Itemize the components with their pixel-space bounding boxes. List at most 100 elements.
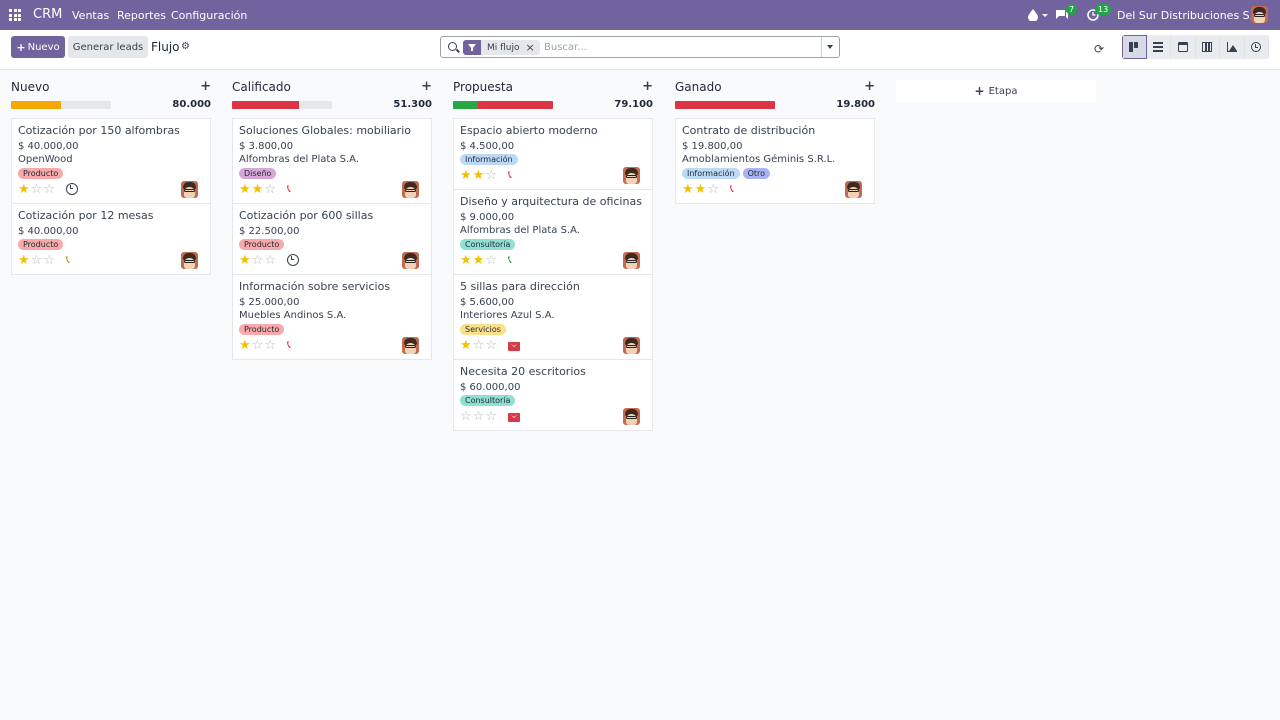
company-switcher[interactable]: Del Sur Distribuciones S.A. — [1117, 9, 1264, 22]
star-icon[interactable]: ☆ — [473, 339, 485, 352]
apps-grid-icon[interactable] — [9, 9, 21, 21]
star-icon[interactable]: ☆ — [485, 410, 497, 423]
view-pivot-button[interactable] — [1195, 35, 1220, 59]
opportunity-card[interactable]: Información sobre servicios $ 25.000,00 Mu… — [233, 275, 431, 359]
column-title[interactable]: Propuesta — [453, 80, 513, 94]
phone-icon[interactable]: 📞︎ — [730, 183, 742, 195]
star-icon[interactable]: ☆ — [485, 339, 497, 352]
progress-segment[interactable] — [478, 101, 553, 109]
add-stage-button[interactable]: + Etapa — [896, 80, 1096, 102]
avatar[interactable] — [402, 337, 419, 354]
avatar[interactable] — [623, 167, 640, 184]
phone-icon[interactable]: 📞︎ — [66, 254, 78, 266]
avatar[interactable] — [402, 181, 419, 198]
column-title[interactable]: Calificado — [232, 80, 291, 94]
view-kanban-button[interactable] — [1122, 35, 1147, 59]
star-icon[interactable]: ★ — [18, 254, 30, 267]
star-icon[interactable]: ☆ — [264, 339, 276, 352]
avatar[interactable] — [181, 252, 198, 269]
opportunity-card[interactable]: Cotización por 150 alfombras $ 40.000,00 O… — [12, 119, 210, 204]
star-icon[interactable]: ☆ — [31, 254, 43, 267]
opportunity-card[interactable]: Cotización por 600 sillas $ 22.500,00 Prod… — [233, 204, 431, 275]
menu-configuracion[interactable]: Configuración — [171, 9, 247, 22]
star-icon[interactable]: ★ — [18, 183, 30, 196]
star-icon[interactable]: ☆ — [43, 254, 55, 267]
search-icon[interactable] — [448, 42, 457, 51]
star-icon[interactable]: ★ — [460, 169, 472, 182]
avatar[interactable] — [845, 181, 862, 198]
phone-icon[interactable]: 📞︎ — [287, 339, 299, 351]
column-add-button[interactable]: + — [421, 79, 432, 94]
avatar[interactable] — [623, 337, 640, 354]
star-icon[interactable]: ☆ — [264, 183, 276, 196]
star-icon[interactable]: ★ — [239, 254, 251, 267]
star-icon[interactable]: ★ — [473, 169, 485, 182]
view-activity-button[interactable] — [1244, 35, 1269, 59]
menu-reportes[interactable]: Reportes — [117, 9, 166, 22]
new-button[interactable]: + Nuevo — [11, 36, 65, 58]
close-icon[interactable]: × — [526, 41, 540, 54]
star-icon[interactable]: ★ — [473, 254, 485, 267]
phone-icon[interactable]: 📞︎ — [508, 169, 520, 181]
progress-segment[interactable] — [11, 101, 61, 109]
user-avatar-menu[interactable] — [1251, 6, 1268, 26]
opportunity-card[interactable]: Cotización por 12 mesas $ 40.000,00 Produc… — [12, 204, 210, 274]
opportunity-card[interactable]: Necesita 20 escritorios $ 60.000,00 Consul… — [454, 360, 652, 430]
star-icon[interactable]: ☆ — [485, 169, 497, 182]
phone-icon[interactable]: 📞︎ — [508, 254, 520, 266]
search-options-toggle[interactable] — [821, 37, 839, 57]
star-icon[interactable]: ★ — [460, 254, 472, 267]
column-progress-bar[interactable] — [675, 101, 775, 109]
column-progress-bar[interactable] — [11, 101, 111, 109]
opportunity-card[interactable]: 5 sillas para dirección $ 5.600,00 Interio… — [454, 275, 652, 360]
app-brand[interactable]: CRM — [33, 7, 62, 22]
star-icon[interactable]: ★ — [682, 183, 694, 196]
star-icon[interactable]: ☆ — [252, 254, 264, 267]
avatar[interactable] — [623, 252, 640, 269]
menu-ventas[interactable]: Ventas — [72, 9, 109, 22]
view-graph-button[interactable] — [1220, 35, 1245, 59]
phone-icon[interactable]: 📞︎ — [287, 183, 299, 195]
column-title[interactable]: Nuevo — [11, 80, 49, 94]
progress-segment[interactable] — [675, 101, 775, 109]
opportunity-card[interactable]: Espacio abierto moderno $ 4.500,00 Informa… — [454, 119, 652, 190]
star-icon[interactable]: ☆ — [252, 339, 264, 352]
opportunity-card[interactable]: Soluciones Globales: mobiliario $ 3.800,0… — [233, 119, 431, 204]
avatar[interactable] — [181, 181, 198, 198]
star-icon[interactable]: ☆ — [707, 183, 719, 196]
progress-segment[interactable] — [232, 101, 299, 109]
column-add-button[interactable]: + — [642, 79, 653, 94]
clock-icon[interactable] — [287, 254, 299, 266]
view-calendar-button[interactable] — [1171, 35, 1196, 59]
column-add-button[interactable]: + — [864, 79, 875, 94]
generate-leads-button[interactable]: Generar leads — [68, 36, 148, 58]
clock-icon[interactable] — [66, 183, 78, 195]
messages-button[interactable]: 7 — [1055, 4, 1078, 24]
star-icon[interactable]: ☆ — [485, 254, 497, 267]
column-title[interactable]: Ganado — [675, 80, 722, 94]
star-icon[interactable]: ☆ — [473, 410, 485, 423]
column-progress-bar[interactable] — [232, 101, 332, 109]
column-add-button[interactable]: + — [200, 79, 211, 94]
envelope-icon[interactable] — [508, 413, 520, 422]
progress-segment[interactable] — [453, 101, 478, 109]
gear-icon[interactable]: ⚙ — [181, 41, 190, 52]
envelope-icon[interactable] — [508, 342, 520, 351]
star-icon[interactable]: ★ — [252, 183, 264, 196]
star-icon[interactable]: ★ — [239, 339, 251, 352]
star-icon[interactable]: ☆ — [31, 183, 43, 196]
debug-menu[interactable] — [1028, 6, 1049, 24]
avatar[interactable] — [623, 408, 640, 425]
star-icon[interactable]: ☆ — [43, 183, 55, 196]
opportunity-card[interactable]: Contrato de distribución $ 19.800,00 Amobl… — [676, 119, 874, 203]
star-icon[interactable]: ☆ — [460, 410, 472, 423]
view-list-button[interactable] — [1146, 35, 1171, 59]
star-icon[interactable]: ★ — [460, 339, 472, 352]
avatar[interactable] — [402, 252, 419, 269]
column-progress-bar[interactable] — [453, 101, 553, 109]
opportunity-card[interactable]: Diseño y arquitectura de oficinas $ 9.000… — [454, 190, 652, 275]
search-input[interactable] — [544, 40, 814, 55]
star-icon[interactable]: ☆ — [264, 254, 276, 267]
refresh-icon[interactable]: ⟳ — [1094, 42, 1104, 56]
star-icon[interactable]: ★ — [239, 183, 251, 196]
